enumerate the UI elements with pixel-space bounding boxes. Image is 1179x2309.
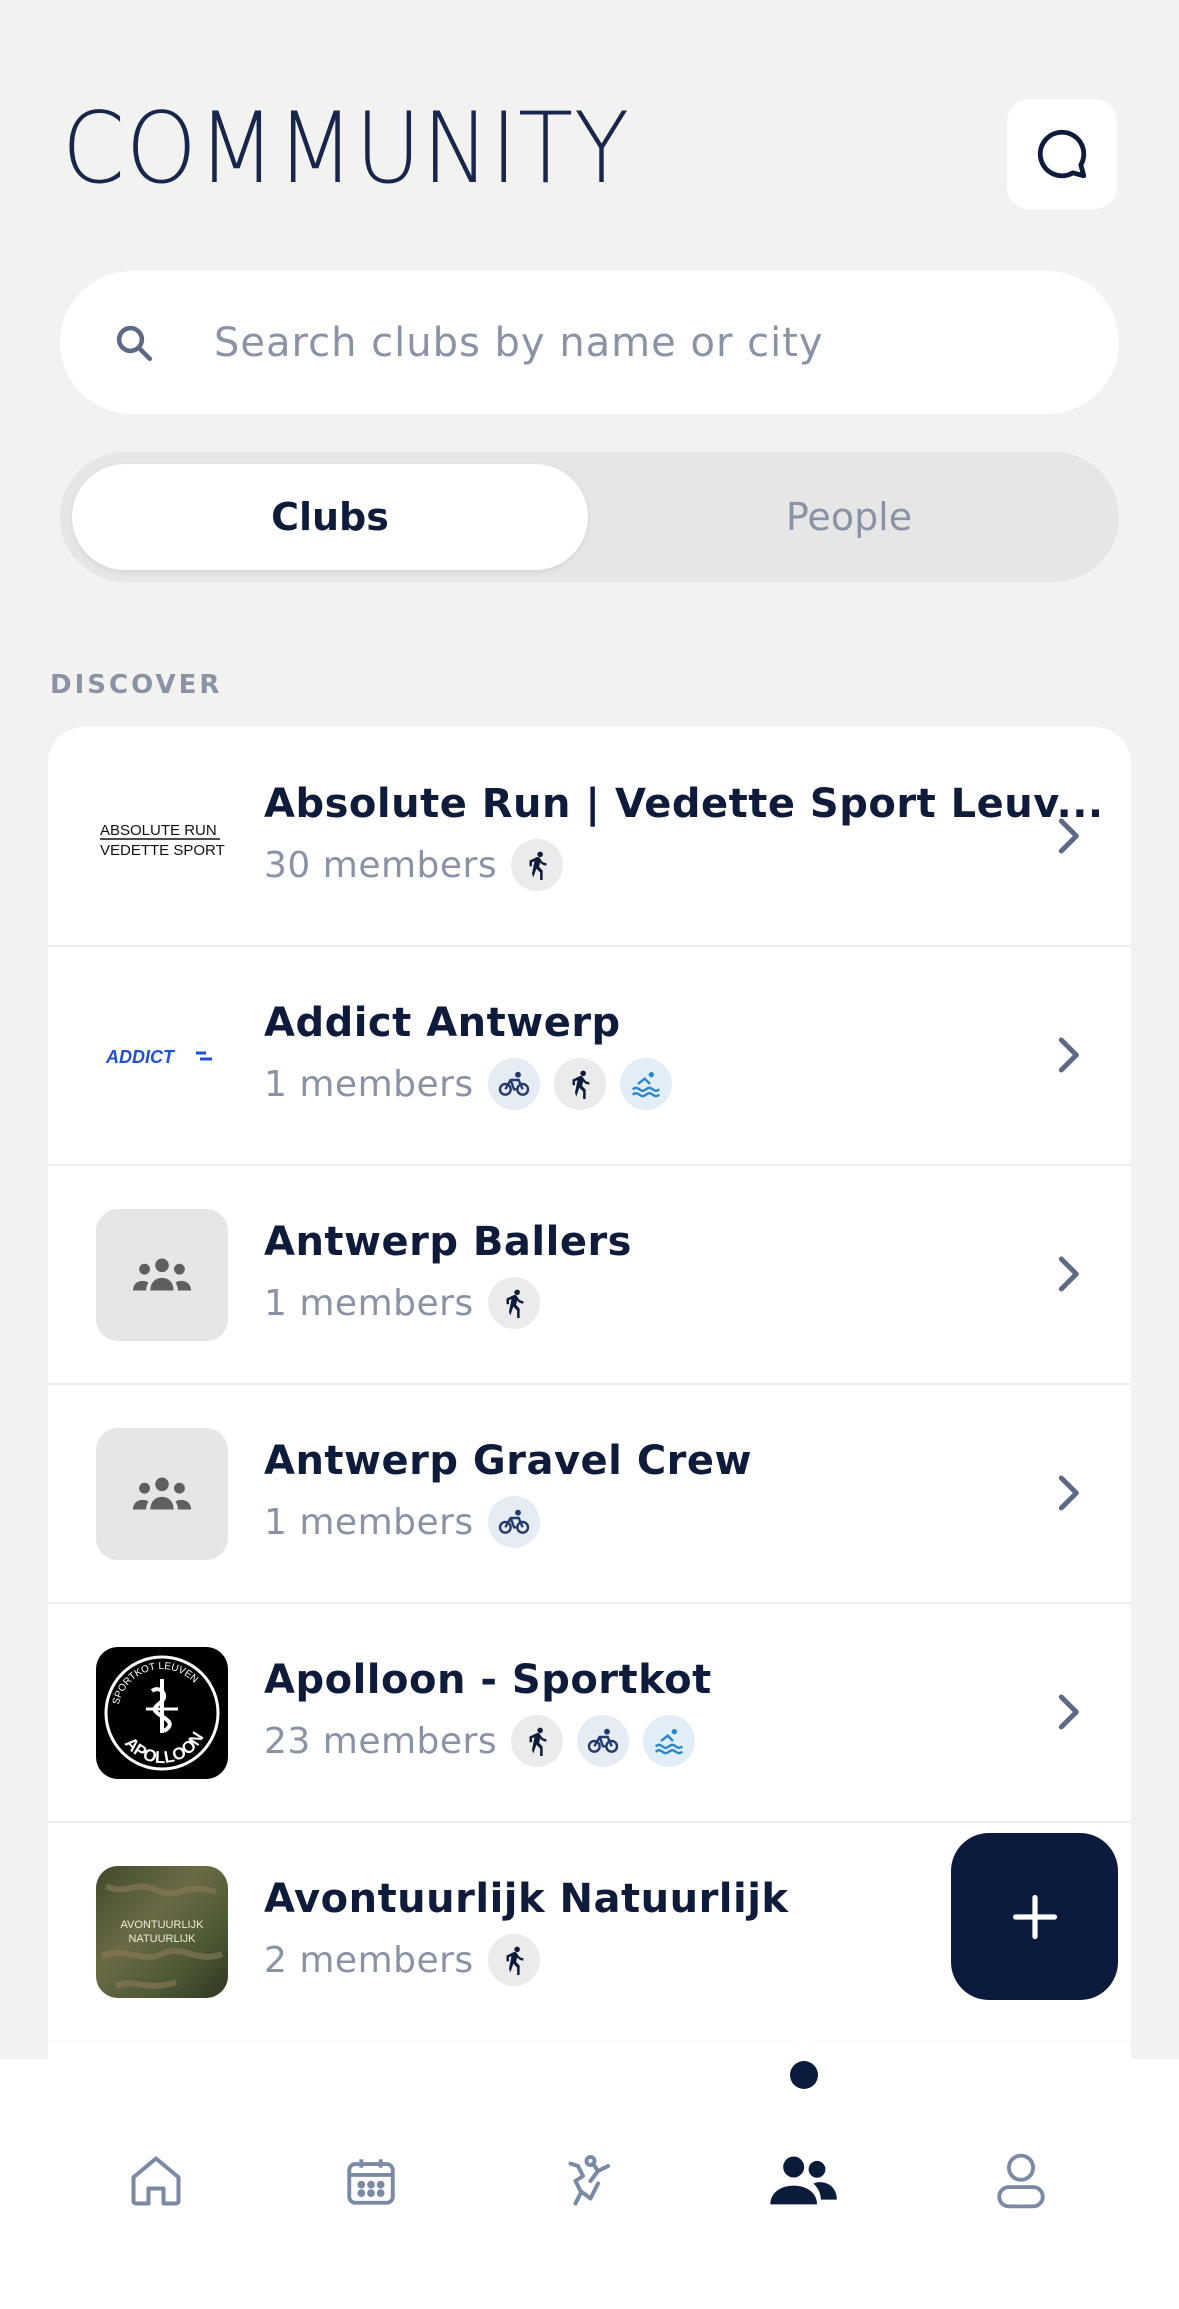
member-count: 1 members (264, 1063, 474, 1105)
nav-activity[interactable] (553, 2148, 623, 2214)
search-bar[interactable] (60, 271, 1119, 414)
club-name: Antwerp Ballers (264, 1219, 632, 1265)
club-name: Absolute Run | Vedette Sport Leuv... (264, 781, 1104, 827)
tab-clubs[interactable]: Clubs (72, 464, 588, 570)
club-placeholder-avatar (96, 1428, 228, 1560)
list-item[interactable]: ADDICT Addict Antwerp 1 members (48, 946, 1131, 1166)
search-input[interactable] (212, 318, 1016, 367)
swimming-icon (619, 1058, 672, 1110)
nav-community[interactable] (768, 2148, 838, 2214)
home-icon (131, 2156, 181, 2206)
active-indicator-dot (790, 2061, 818, 2089)
club-name: Addict Antwerp (264, 1000, 621, 1046)
nav-profile[interactable] (986, 2148, 1056, 2214)
nav-home[interactable] (121, 2148, 191, 2214)
add-club-button[interactable] (951, 1833, 1118, 2000)
running-icon (487, 1277, 540, 1329)
club-name: Avontuurlijk Natuurlijk (264, 1876, 789, 1922)
svg-text:NATUURLIJK: NATUURLIJK (128, 1933, 196, 1945)
chevron-right-icon (1058, 818, 1079, 854)
svg-text:SPORTKOT LEUVEN: SPORTKOT LEUVEN (111, 1661, 200, 1706)
list-item[interactable]: ABSOLUTE RUN VEDETTE SPORT Absolute Run … (48, 727, 1131, 947)
svg-text:ADDICT: ADDICT (105, 1047, 176, 1067)
segmented-control: Clubs People (60, 452, 1119, 582)
chevron-right-icon (1058, 1694, 1079, 1730)
member-count: 1 members (264, 1282, 474, 1324)
member-count: 30 members (264, 844, 498, 886)
running-icon (511, 839, 564, 891)
member-count: 1 members (264, 1501, 474, 1543)
group-icon (132, 1258, 192, 1291)
chat-button[interactable] (1007, 99, 1117, 209)
list-fade (48, 2010, 1131, 2060)
tab-people[interactable]: People (591, 464, 1107, 570)
running-icon (553, 1058, 606, 1110)
list-item[interactable]: Antwerp Gravel Crew 1 members (48, 1384, 1131, 1604)
chevron-right-icon (1058, 1037, 1079, 1073)
club-logo: SPORTKOT LEUVEN APOLLOON (96, 1647, 228, 1779)
chevron-right-icon (1058, 1256, 1079, 1292)
search-icon (108, 317, 160, 369)
chevron-right-icon (1058, 1475, 1079, 1511)
activity-icon (568, 2155, 610, 2206)
svg-text:AVONTUURLIJK: AVONTUURLIJK (121, 1919, 205, 1931)
cycling-icon (577, 1715, 630, 1767)
list-item[interactable]: Antwerp Ballers 1 members (48, 1165, 1131, 1385)
profile-icon (997, 2153, 1045, 2209)
club-name: Antwerp Gravel Crew (264, 1438, 752, 1484)
group-icon (132, 1477, 192, 1510)
section-label-discover: DISCOVER (50, 670, 223, 700)
calendar-icon (347, 2159, 395, 2205)
nav-calendar[interactable] (336, 2148, 406, 2214)
member-count: 23 members (264, 1720, 498, 1762)
running-icon (487, 1934, 540, 1986)
community-icon (770, 2156, 837, 2205)
member-count: 2 members (264, 1939, 474, 1981)
swimming-icon (643, 1715, 696, 1767)
club-logo: AVONTUURLIJK NATUURLIJK (96, 1866, 228, 1998)
plus-icon (1012, 1894, 1057, 1939)
club-name: Apolloon - Sportkot (264, 1657, 712, 1703)
cycling-icon (487, 1496, 540, 1548)
list-item[interactable]: SPORTKOT LEUVEN APOLLOON Apolloon - Spor… (48, 1603, 1131, 1823)
cycling-icon (487, 1058, 540, 1110)
club-logo: ABSOLUTE RUN VEDETTE SPORT (96, 771, 228, 903)
page-title: COMMUNITY (62, 92, 630, 206)
running-icon (511, 1715, 564, 1767)
club-placeholder-avatar (96, 1209, 228, 1341)
club-logo: ADDICT (96, 990, 228, 1122)
chat-bubble-icon (1037, 129, 1087, 179)
svg-text:VEDETTE SPORT: VEDETTE SPORT (100, 842, 225, 859)
svg-text:ABSOLUTE RUN: ABSOLUTE RUN (100, 822, 217, 839)
